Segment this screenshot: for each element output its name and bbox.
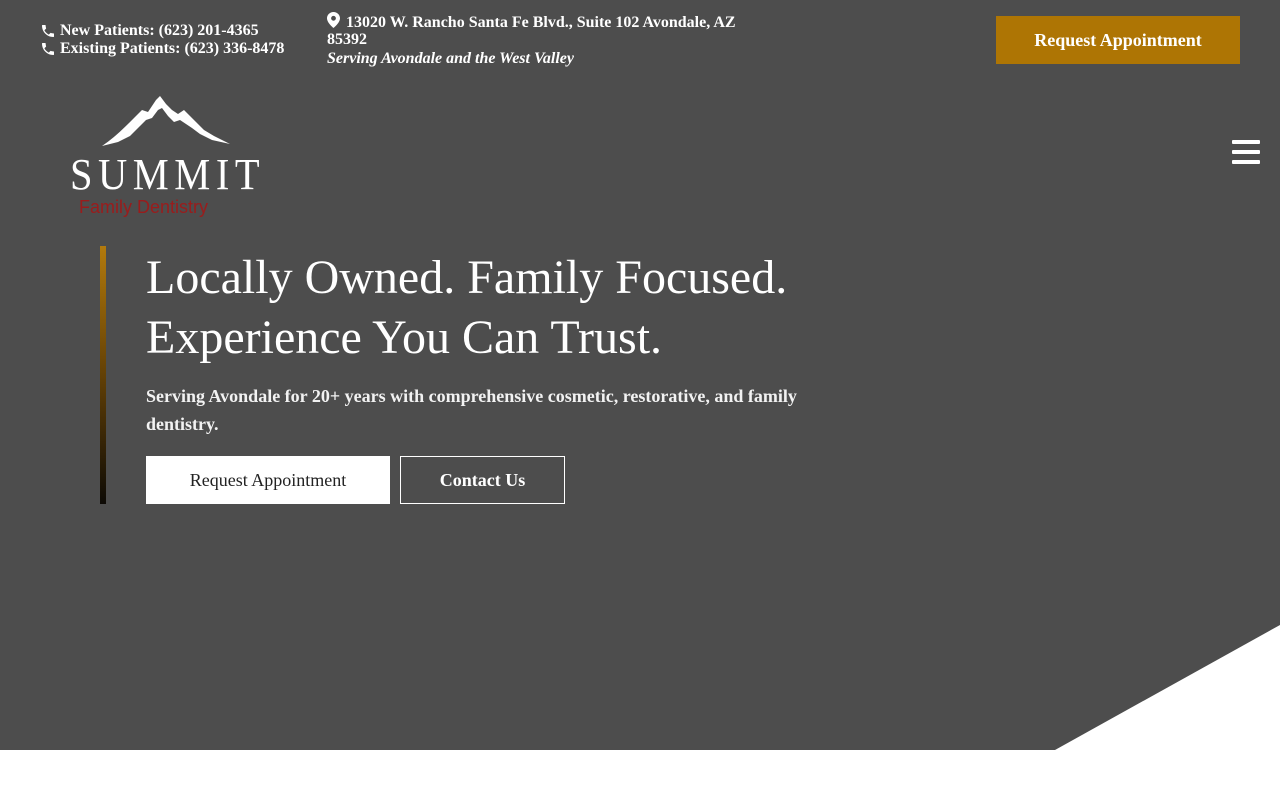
phone-numbers: New Patients: (623) 201-4365 Existing Pa… [40, 22, 284, 58]
top-bar: New Patients: (623) 201-4365 Existing Pa… [0, 0, 1280, 80]
hero-headline-line-2: Experience You Can Trust. [146, 311, 663, 364]
menu-bar [1232, 140, 1260, 144]
new-patients-phone[interactable]: New Patients: (623) 201-4365 [40, 22, 284, 40]
map-pin-icon [327, 12, 340, 28]
contact-us-button[interactable]: Contact Us [400, 456, 565, 504]
logo-name: SUMMIT [70, 150, 266, 199]
hero-accent-bar [100, 246, 106, 504]
hamburger-menu-button[interactable] [1230, 140, 1262, 168]
menu-bar [1232, 150, 1260, 154]
logo-subtitle: Family Dentistry [79, 197, 209, 217]
address-text: 13020 W. Rancho Santa Fe Blvd., Suite 10… [327, 14, 736, 48]
hero-subtext: Serving Avondale for 20+ years with comp… [146, 386, 797, 434]
phone-icon [42, 43, 54, 55]
hero-headline-line-1: Locally Owned. Family Focused. [146, 251, 788, 304]
mountain-logo-icon [102, 96, 230, 146]
new-patients-label: New Patients: (623) 201-4365 [60, 22, 259, 39]
existing-patients-phone[interactable]: Existing Patients: (623) 336-8478 [40, 40, 284, 58]
request-appointment-button[interactable]: Request Appointment [146, 456, 390, 504]
office-address[interactable]: 13020 W. Rancho Santa Fe Blvd., Suite 10… [327, 12, 747, 67]
menu-bar [1232, 160, 1260, 164]
summit-logo[interactable]: SUMMIT Family Dentistry [66, 96, 262, 222]
hero-headline: Locally Owned. Family Focused. Experienc… [146, 248, 866, 368]
phone-icon [42, 25, 54, 37]
service-area-tagline: Serving Avondale and the West Valley [327, 50, 574, 67]
existing-patients-label: Existing Patients: (623) 336-8478 [60, 40, 285, 57]
request-appointment-button-header[interactable]: Request Appointment [996, 16, 1240, 64]
